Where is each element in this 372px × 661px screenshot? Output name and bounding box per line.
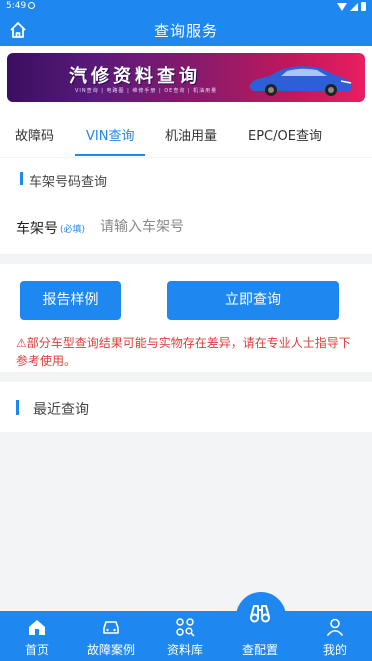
nav-mine[interactable]: 我的 <box>298 611 372 661</box>
report-sample-button[interactable]: 报告样例 <box>20 281 121 320</box>
active-tab-indicator <box>75 154 145 156</box>
user-icon <box>326 618 344 637</box>
nav-home[interactable]: 首页 <box>0 611 74 661</box>
page-title: 查询服务 <box>153 22 218 40</box>
section-marker <box>16 400 19 415</box>
nav-label: 资料库 <box>166 643 203 657</box>
wifi-icon <box>337 2 347 11</box>
tab-oil-capacity[interactable]: 机油用量 <box>165 125 217 144</box>
vin-field-label: 车架号 <box>16 221 58 237</box>
status-time: 5:49 <box>6 1 27 11</box>
recent-title: 最近查询 <box>33 402 89 418</box>
nav-label: 查配置 <box>241 643 278 657</box>
signal-icon <box>350 2 358 11</box>
vin-input[interactable] <box>100 214 350 240</box>
bottom-nav: 首页 故障案例 资料库 查配置 我的 <box>0 605 372 661</box>
battery-icon <box>361 2 366 11</box>
banner-title: 汽修资料查询 <box>69 66 201 87</box>
nav-label: 我的 <box>322 643 347 657</box>
nav-library[interactable]: 资料库 <box>148 611 222 661</box>
nav-fault-cases[interactable]: 故障案例 <box>74 611 148 661</box>
tab-epc-oe[interactable]: EPC/OE查询 <box>248 125 322 144</box>
tab-fault-code[interactable]: 故障码 <box>15 125 54 144</box>
status-icons <box>337 2 366 11</box>
banner-subtitle: VIN查询 | 电路图 | 维修手册 | OE查询 | 机油用量 <box>75 88 218 94</box>
grid-search-icon <box>176 618 195 637</box>
nav-check-config[interactable]: 查配置 <box>222 605 298 661</box>
sync-icon <box>28 2 35 9</box>
disclaimer-notice: ⚠部分车型查询结果可能与实物存在差异，请在专业人士指导下参考使用。 <box>16 336 351 368</box>
home-icon <box>29 620 45 635</box>
binoculars-icon <box>250 605 270 623</box>
query-tabs: 故障码 VIN查询 机油用量 EPC/OE查询 <box>0 111 372 157</box>
nav-label: 首页 <box>24 643 49 657</box>
status-bar: 5:49 <box>0 0 372 14</box>
tab-vin-query[interactable]: VIN查询 <box>86 125 134 144</box>
promo-banner[interactable]: 汽修资料查询 VIN查询 | 电路图 | 维修手册 | OE查询 | 机油用量 <box>7 53 365 102</box>
app-header: 查询服务 <box>0 14 372 46</box>
section-marker <box>20 172 23 185</box>
query-now-button[interactable]: 立即查询 <box>167 281 339 320</box>
car-image <box>249 66 352 96</box>
nav-label: 故障案例 <box>86 643 135 657</box>
car-icon <box>103 621 119 634</box>
required-tag: (必填) <box>60 225 86 235</box>
vin-section-title: 车架号码查询 <box>29 175 108 190</box>
